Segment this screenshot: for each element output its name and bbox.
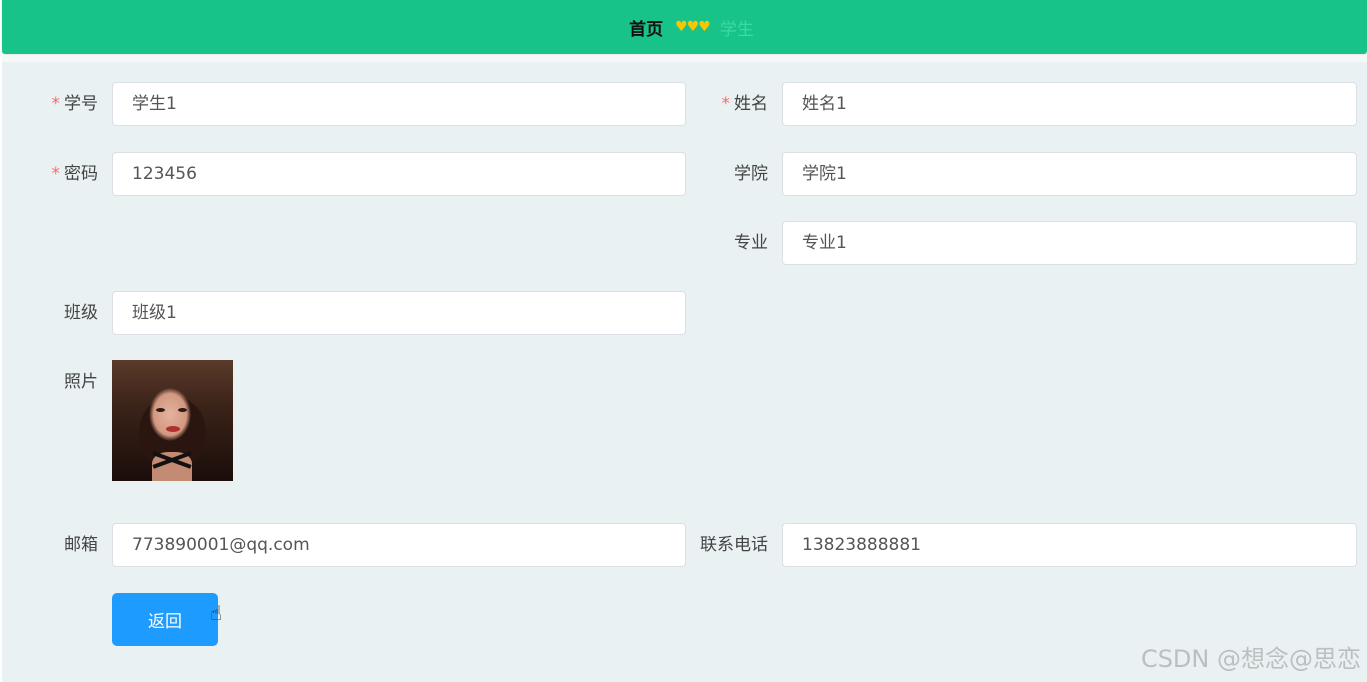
breadcrumb-current: 学生 <box>719 19 754 40</box>
password-field[interactable]: 123456 <box>112 152 686 196</box>
photo-detail <box>166 426 180 432</box>
major-field[interactable]: 专业1 <box>782 221 1357 265</box>
watermark: CSDN @想念@思恋 <box>1140 645 1361 673</box>
photo-detail <box>178 408 187 412</box>
heart-separator-icon: ♥♥♥ <box>675 19 711 35</box>
breadcrumb-home[interactable]: 首页 <box>629 15 663 40</box>
breadcrumb: 首页 ♥♥♥ 学生 <box>2 0 1367 54</box>
class-field[interactable]: 班级1 <box>112 291 686 335</box>
student-photo <box>112 360 233 481</box>
required-mark: * <box>721 94 731 114</box>
name-field[interactable]: 姓名1 <box>782 82 1357 126</box>
phone-field[interactable]: 13823888881 <box>782 523 1357 567</box>
top-nav-bar: 首页 ♥♥♥ 学生 <box>2 0 1367 54</box>
name-label: * 姓名 <box>721 94 769 114</box>
class-label: 班级 <box>64 303 98 323</box>
hand-cursor-icon: ☝ <box>210 601 223 625</box>
student-id-label: * 学号 <box>51 94 99 114</box>
college-label: 学院 <box>734 164 768 184</box>
password-label: * 密码 <box>51 164 99 184</box>
email-field[interactable]: 773890001@qq.com <box>112 523 686 567</box>
phone-label: 联系电话 <box>700 535 768 555</box>
email-label: 邮箱 <box>64 535 98 555</box>
required-mark: * <box>51 164 61 184</box>
photo-detail <box>156 408 165 412</box>
college-field[interactable]: 学院1 <box>782 152 1357 196</box>
required-mark: * <box>51 94 61 114</box>
photo-label: 照片 <box>64 372 98 392</box>
back-button[interactable]: 返回 <box>112 593 218 646</box>
student-id-field[interactable]: 学生1 <box>112 82 686 126</box>
major-label: 专业 <box>734 233 768 253</box>
